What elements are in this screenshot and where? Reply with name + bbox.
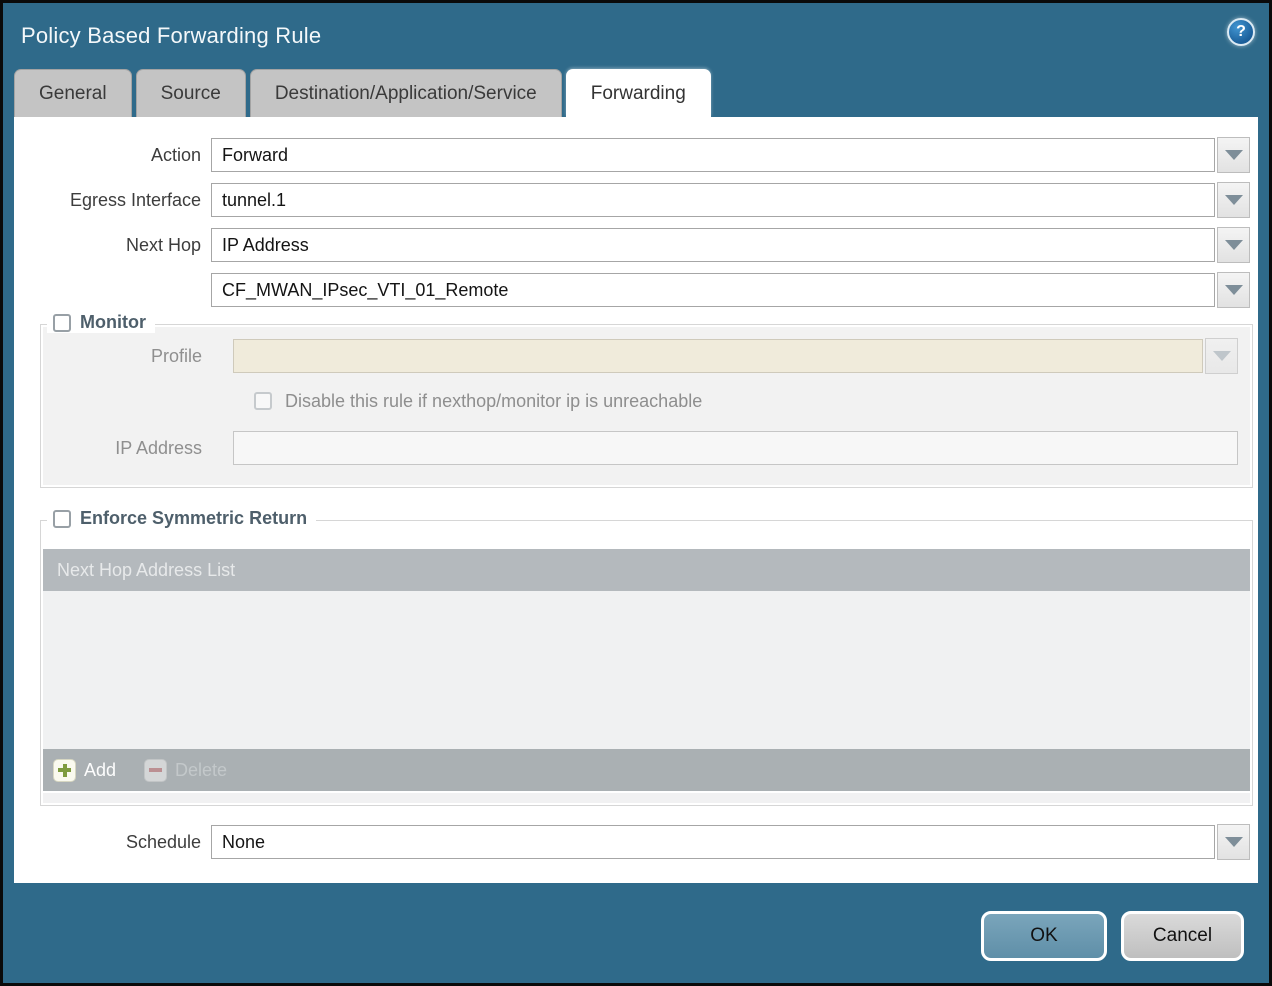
next-hop-address-select[interactable]: CF_MWAN_IPsec_VTI_01_Remote	[211, 273, 1215, 307]
next-hop-address-row: CF_MWAN_IPsec_VTI_01_Remote	[14, 272, 1250, 308]
add-button[interactable]: Add	[53, 759, 116, 782]
tab-bar: General Source Destination/Application/S…	[14, 69, 715, 117]
plus-icon	[53, 759, 76, 782]
monitor-ip-address-input	[233, 431, 1238, 465]
monitor-checkbox[interactable]	[53, 314, 71, 332]
next-hop-type-select[interactable]: IP Address	[211, 228, 1215, 262]
next-hop-type-dropdown-button[interactable]	[1217, 227, 1250, 263]
egress-interface-label: Egress Interface	[14, 190, 211, 211]
egress-interface-dropdown-button[interactable]	[1217, 182, 1250, 218]
chevron-down-icon	[1225, 195, 1243, 205]
tab-forwarding[interactable]: Forwarding	[566, 69, 711, 117]
next-hop-row: Next Hop IP Address	[14, 227, 1250, 263]
chevron-down-icon	[1225, 285, 1243, 295]
enforce-symmetric-return-legend: Enforce Symmetric Return	[47, 508, 316, 529]
egress-interface-row: Egress Interface tunnel.1	[14, 182, 1250, 218]
pbf-rule-dialog: Policy Based Forwarding Rule ? General S…	[0, 0, 1272, 986]
tab-destination-application-service[interactable]: Destination/Application/Service	[250, 69, 562, 117]
cancel-button[interactable]: Cancel	[1121, 911, 1244, 961]
disable-rule-label: Disable this rule if nexthop/monitor ip …	[285, 391, 702, 412]
action-select[interactable]: Forward	[211, 138, 1215, 172]
ok-button[interactable]: OK	[981, 911, 1107, 961]
monitor-ip-address-row: IP Address	[43, 430, 1238, 466]
monitor-legend-label: Monitor	[80, 312, 146, 333]
monitor-group: Monitor Profile Disable this rule if nex…	[40, 324, 1253, 488]
delete-button-label: Delete	[175, 760, 227, 781]
dialog-actions: OK Cancel	[981, 911, 1244, 961]
profile-label: Profile	[43, 346, 212, 367]
dialog-title: Policy Based Forwarding Rule	[21, 23, 321, 49]
table-column-header: Next Hop Address List	[43, 549, 1250, 591]
table-body-empty	[43, 591, 1250, 749]
profile-dropdown-button	[1205, 338, 1238, 374]
tab-content-forwarding: Action Forward Egress Interface tunnel.1…	[14, 117, 1258, 883]
chevron-down-icon	[1225, 240, 1243, 250]
egress-interface-select[interactable]: tunnel.1	[211, 183, 1215, 217]
disable-rule-row: Disable this rule if nexthop/monitor ip …	[254, 388, 1238, 414]
next-hop-address-list-table: Next Hop Address List Add Delete	[43, 523, 1250, 791]
enforce-symmetric-return-group: Enforce Symmetric Return Next Hop Addres…	[40, 520, 1253, 806]
enforce-symmetric-return-legend-label: Enforce Symmetric Return	[80, 508, 307, 529]
next-hop-label: Next Hop	[14, 235, 211, 256]
profile-row: Profile	[43, 338, 1238, 374]
table-bottom-strip	[43, 793, 1250, 803]
delete-button: Delete	[144, 759, 227, 782]
action-dropdown-button[interactable]	[1217, 137, 1250, 173]
chevron-down-icon	[1213, 351, 1231, 361]
action-label: Action	[14, 145, 211, 166]
add-button-label: Add	[84, 760, 116, 781]
enforce-symmetric-return-checkbox[interactable]	[53, 510, 71, 528]
monitor-ip-address-label: IP Address	[43, 438, 212, 459]
schedule-select[interactable]: None	[211, 825, 1215, 859]
chevron-down-icon	[1225, 150, 1243, 160]
monitor-panel: Profile Disable this rule if nexthop/mon…	[43, 327, 1250, 485]
title-bar: Policy Based Forwarding Rule ?	[3, 3, 1269, 69]
profile-select	[233, 339, 1203, 373]
tab-source[interactable]: Source	[136, 69, 246, 117]
schedule-dropdown-button[interactable]	[1217, 824, 1250, 860]
help-icon[interactable]: ?	[1227, 18, 1255, 46]
chevron-down-icon	[1225, 837, 1243, 847]
disable-rule-checkbox	[254, 392, 272, 410]
table-toolbar: Add Delete	[43, 749, 1250, 791]
monitor-legend: Monitor	[47, 312, 155, 333]
tab-general[interactable]: General	[14, 69, 132, 117]
minus-icon	[144, 759, 167, 782]
schedule-label: Schedule	[14, 832, 211, 853]
schedule-row: Schedule None	[14, 824, 1250, 860]
next-hop-address-dropdown-button[interactable]	[1217, 272, 1250, 308]
action-row: Action Forward	[14, 137, 1250, 173]
